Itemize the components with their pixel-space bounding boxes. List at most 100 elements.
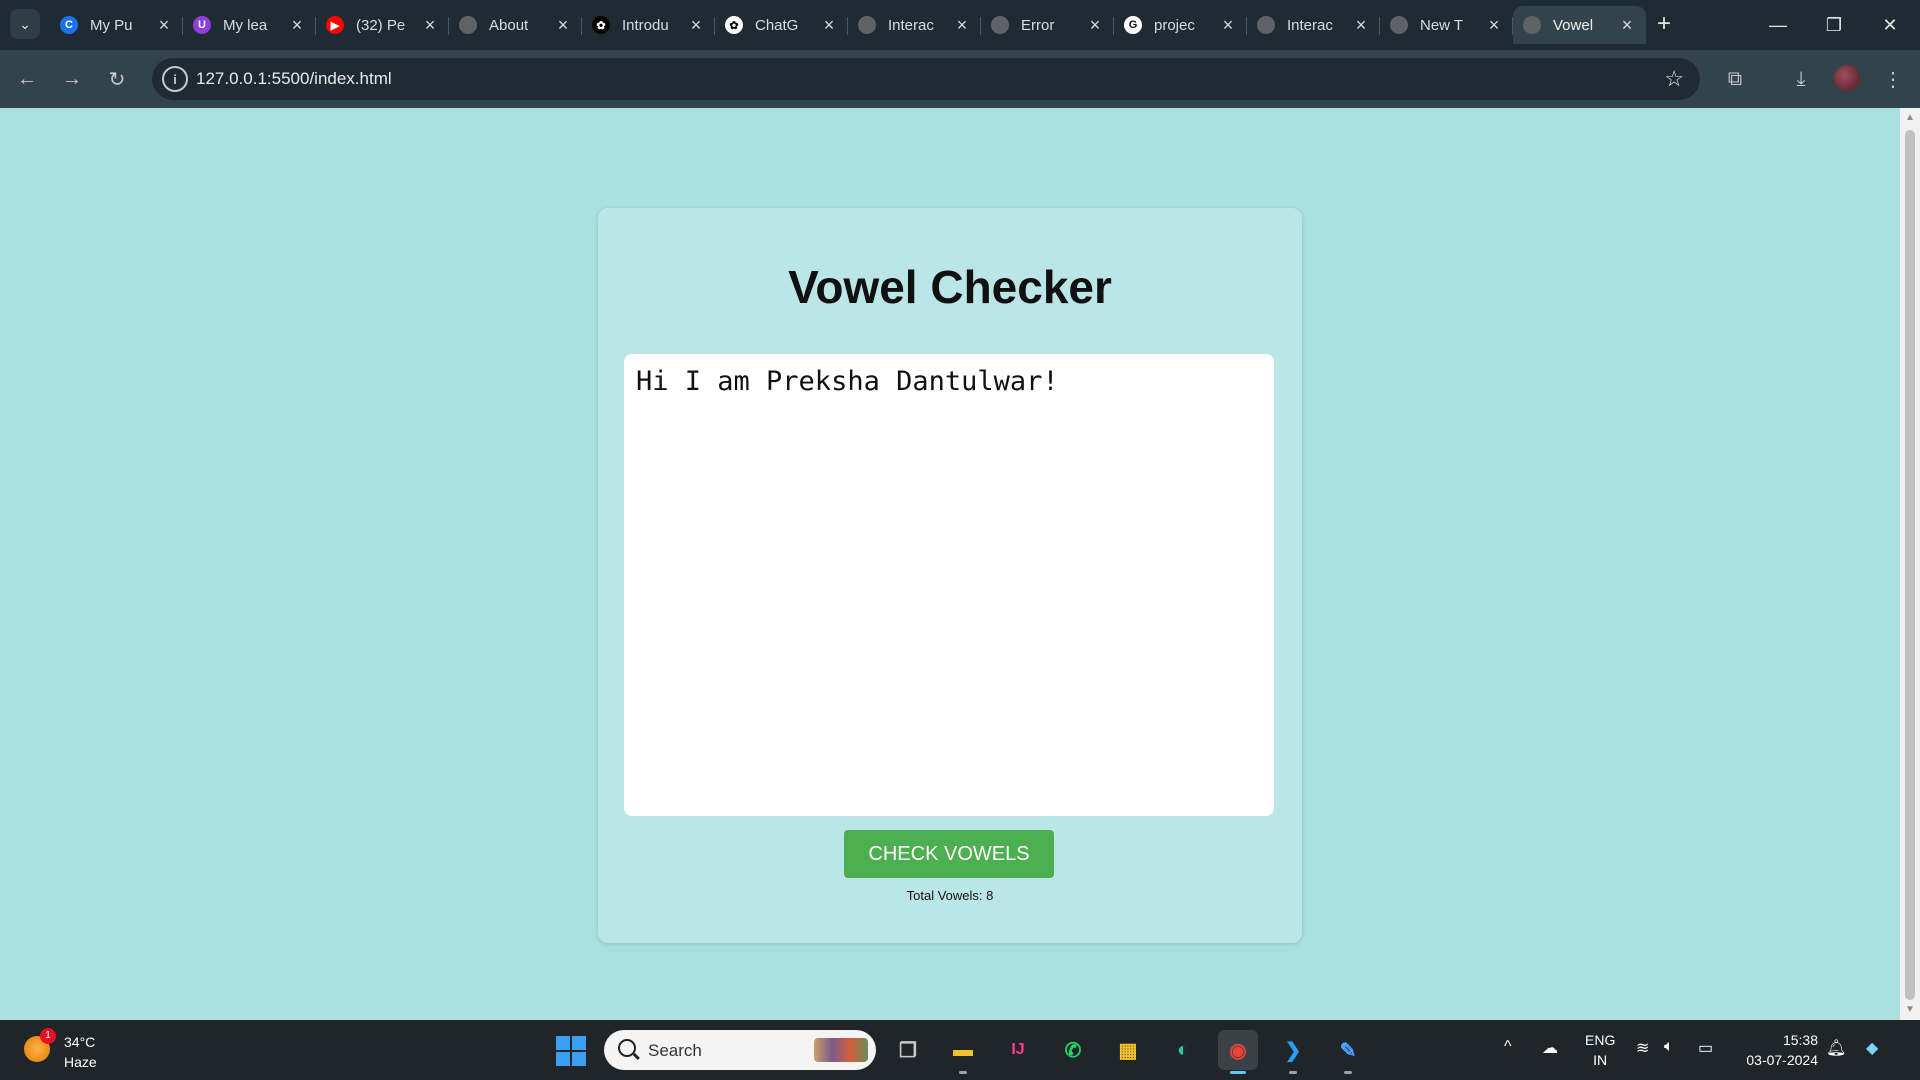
tab-title: Error [1021, 16, 1055, 34]
search-placeholder: Search [648, 1041, 702, 1060]
tab-close-icon[interactable]: × [1219, 15, 1237, 36]
vowel-checker-card: Vowel Checker CHECK VOWELS Total Vowels:… [598, 208, 1302, 943]
weather-widget[interactable]: 1 34°C Haze [20, 1028, 120, 1072]
tab-title: My lea [223, 16, 268, 34]
windows-taskbar: 1 34°C Haze Search ❐ ▬ IJ ✆ ▦ ◐ ◉ ❯ ✎ ^ … [0, 1020, 1920, 1080]
browser-tab[interactable]: ▶ (32) Pe × [316, 6, 449, 44]
browser-tab[interactable]: New T × [1380, 6, 1513, 44]
browser-tab[interactable]: ✿ ChatG × [715, 6, 848, 44]
tab-strip: C My Pu × U My lea × ▶ (32) Pe × About × ✿ Introdu × ✿… [50, 6, 1646, 44]
page-scrollbar[interactable]: ▲ ▼ [1900, 108, 1920, 1020]
browser-tab-bar: ⌄ C My Pu × U My lea × ▶ (32) Pe × About × ✿ Introdu… [0, 0, 1920, 50]
url-text[interactable]: 127.0.0.1:5500/index.html [196, 69, 392, 89]
file-explorer-icon[interactable]: ▬ [943, 1030, 983, 1074]
text-input[interactable] [624, 354, 1274, 816]
forward-button[interactable]: → [57, 64, 87, 94]
address-bar[interactable]: i 127.0.0.1:5500/index.html ☆ [152, 58, 1700, 100]
task-view-icon[interactable]: ❐ [888, 1030, 928, 1070]
site-info-icon[interactable]: i [162, 66, 188, 92]
taskbar-search[interactable]: Search [604, 1030, 876, 1070]
browser-tab[interactable]: C My Pu × [50, 6, 183, 44]
tab-close-icon[interactable]: × [288, 15, 306, 36]
browser-tab[interactable]: Interac × [1247, 6, 1380, 44]
search-highlight-image [814, 1038, 868, 1062]
weather-temperature: 34°C [64, 1034, 96, 1050]
tab-title: projec [1154, 16, 1195, 34]
tab-title: (32) Pe [356, 16, 406, 34]
weather-description: Haze [64, 1054, 97, 1070]
globe-icon [991, 16, 1009, 34]
youtube-icon: ▶ [326, 16, 344, 34]
browser-tab[interactable]: About × [449, 6, 582, 44]
language-indicator[interactable]: ENG IN [1585, 1030, 1615, 1070]
download-icon[interactable]: ⤓ [1786, 64, 1816, 94]
tab-close-icon[interactable]: × [953, 15, 971, 36]
close-window-button[interactable]: ✕ [1862, 0, 1918, 50]
snipping-tool-icon[interactable]: ✎ [1328, 1030, 1368, 1074]
battery-icon[interactable]: ▭ [1698, 1038, 1713, 1058]
tab-close-icon[interactable]: × [1618, 15, 1636, 36]
browser-tab[interactable]: Error × [981, 6, 1114, 44]
menu-kebab-icon[interactable]: ⋮ [1878, 64, 1908, 94]
reload-button[interactable]: ↻ [102, 64, 132, 94]
chrome-icon[interactable]: ◉ [1218, 1030, 1258, 1074]
globe-icon [1523, 16, 1541, 34]
minimize-button[interactable]: — [1750, 0, 1806, 50]
show-hidden-icons-chevron-icon[interactable]: ^ [1504, 1038, 1512, 1056]
tab-title: ChatG [755, 16, 799, 34]
tab-close-icon[interactable]: × [554, 15, 572, 36]
system-clock[interactable]: 15:38 03-07-2024 [1738, 1030, 1818, 1070]
scroll-thumb[interactable] [1905, 130, 1915, 1000]
new-tab-button[interactable]: + [1650, 10, 1678, 38]
tab-close-icon[interactable]: × [1485, 15, 1503, 36]
browser-toolbar: ← → ↻ i 127.0.0.1:5500/index.html ☆ ⧉ ⤓ … [0, 50, 1920, 108]
tab-close-icon[interactable]: × [820, 15, 838, 36]
tab-title: Introdu [622, 16, 669, 34]
tab-title: New T [1420, 16, 1464, 34]
restore-button[interactable]: ❐ [1806, 0, 1862, 50]
tab-close-icon[interactable]: × [155, 15, 173, 36]
tab-close-icon[interactable]: × [1086, 15, 1104, 36]
volume-icon[interactable]: 🔈︎ [1664, 1038, 1674, 1056]
chatgpt-icon: ✿ [592, 16, 610, 34]
browser-tab[interactable]: ✿ Introdu × [582, 6, 715, 44]
scroll-down-arrow-icon[interactable]: ▼ [1905, 1004, 1915, 1015]
globe-icon [1257, 16, 1275, 34]
profile-avatar[interactable] [1834, 65, 1860, 91]
tab-close-icon[interactable]: × [687, 15, 705, 36]
tab-search-button[interactable]: ⌄ [10, 9, 40, 39]
extensions-icon[interactable]: ⧉ [1720, 64, 1750, 94]
region-code: IN [1593, 1052, 1608, 1068]
intellij-icon[interactable]: IJ [998, 1030, 1038, 1070]
google-icon: G [1124, 16, 1142, 34]
check-vowels-button[interactable]: CHECK VOWELS [844, 830, 1054, 878]
tab-close-icon[interactable]: × [1352, 15, 1370, 36]
windows-start-icon[interactable] [556, 1036, 586, 1066]
copilot-icon[interactable]: ◆ [1866, 1038, 1878, 1058]
chatgpt-icon: ✿ [725, 16, 743, 34]
notification-bell-icon[interactable]: 🔔︎ [1826, 1038, 1846, 1058]
browser-tab[interactable]: U My lea × [183, 6, 316, 44]
edge-icon[interactable]: ◐ [1163, 1030, 1203, 1070]
browser-tab[interactable]: Gprojec × [1114, 6, 1247, 44]
onedrive-icon[interactable]: ☁ [1542, 1038, 1558, 1058]
page-title: Vowel Checker [788, 261, 1112, 313]
page-viewport: Vowel Checker CHECK VOWELS Total Vowels:… [0, 108, 1900, 1020]
wifi-icon[interactable]: ≋ [1636, 1038, 1649, 1058]
bookmark-star-icon[interactable]: ☆ [1664, 66, 1684, 92]
globe-icon [459, 16, 477, 34]
u-logo-icon: U [193, 16, 211, 34]
browser-tab[interactable]: Interac × [848, 6, 981, 44]
microsoft-store-icon[interactable]: ▦ [1108, 1030, 1148, 1070]
tab-title: About [489, 16, 529, 34]
browser-tab[interactable]: Vowel × [1513, 6, 1646, 44]
clock-time: 15:38 [1782, 1032, 1818, 1048]
vscode-icon[interactable]: ❯ [1273, 1030, 1313, 1074]
whatsapp-icon[interactable]: ✆ [1053, 1030, 1093, 1070]
vowel-count-result: Total Vowels: 8 [906, 888, 994, 903]
back-button[interactable]: ← [12, 64, 42, 94]
tab-close-icon[interactable]: × [421, 15, 439, 36]
scroll-up-arrow-icon[interactable]: ▲ [1905, 112, 1915, 123]
language-code: ENG [1585, 1032, 1616, 1048]
notification-badge: 1 [40, 1028, 56, 1044]
